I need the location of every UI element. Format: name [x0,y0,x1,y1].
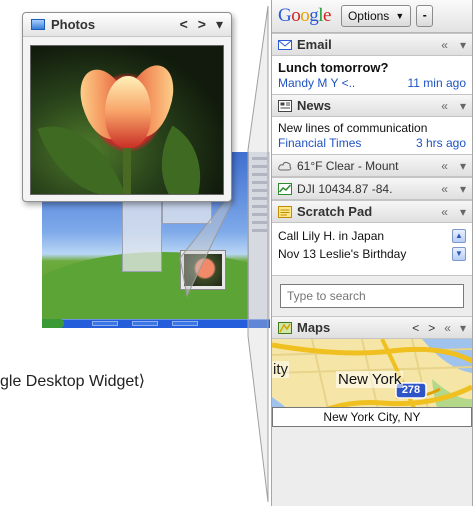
scroll-up-icon[interactable]: ▲ [452,229,466,243]
email-subject[interactable]: Lunch tomorrow? [278,60,466,75]
google-desktop-sidebar: Google Options ▼ - Email « ▾ Lunch tomor… [271,0,473,506]
gadget-menu-button[interactable]: ▾ [460,38,466,52]
newspaper-icon [278,99,292,112]
highway-shield: 278 [401,384,421,396]
collapse-button[interactable]: « [444,321,451,335]
map-city-label: New York [336,371,404,388]
collapse-button[interactable]: « [441,99,448,113]
search-input[interactable] [280,284,464,308]
weather-icon [278,161,292,170]
map-city-label-partial: ity [272,361,289,378]
gadget-menu-button[interactable]: ▾ [460,205,466,219]
expand-button[interactable]: « [441,159,448,173]
prev-photo-button[interactable]: < [180,16,188,33]
map-next-button[interactable]: > [428,321,435,335]
map-prev-button[interactable]: < [412,321,419,335]
email-sender[interactable]: Mandy M Y <.. [278,76,355,90]
gadget-menu-button[interactable]: ▾ [460,321,466,335]
gadget-menu-button[interactable]: ▾ [460,99,466,113]
email-gadget-title[interactable]: Email « ▾ [272,33,472,56]
collapse-button[interactable]: « [441,205,448,219]
stock-chart-icon [278,182,292,195]
weather-text: 61°F Clear - Mount [297,158,399,173]
photos-title: Photos [51,17,96,32]
widget-caption: gle Desktop Widget⟩ [0,373,145,390]
photos-widget: Photos < > ▾ [22,12,232,202]
stocks-gadget-title[interactable]: DJI 10434.87 -84. « ▾ [272,177,472,200]
quick-search-box [272,275,472,316]
maps-gadget-title[interactable]: Maps < > « ▾ [272,316,472,339]
scratch-pad-text-area[interactable]: Call Lily H. in Japan Nov 13 Leslie's Bi… [272,223,472,275]
envelope-icon [278,39,292,50]
expand-button[interactable]: « [441,182,448,196]
chevron-down-icon: ▼ [395,11,405,21]
minimize-button[interactable]: - [416,5,434,27]
photo-icon [31,19,45,30]
notepad-icon [278,205,292,218]
map-location-label: New York City, NY [272,407,472,427]
next-photo-button[interactable]: > [198,16,206,33]
photos-title-bar[interactable]: Photos < > ▾ [23,13,231,37]
tulip-photo[interactable] [30,45,224,195]
weather-gadget-title[interactable]: 61°F Clear - Mount « ▾ [272,154,472,177]
map-icon [278,321,292,334]
stock-ticker-text: DJI 10434.87 -84. [297,181,393,196]
news-headline[interactable]: New lines of communication [278,121,466,135]
collapse-button[interactable]: « [441,38,448,52]
options-button[interactable]: Options ▼ [340,5,412,27]
gadget-menu-button[interactable]: ▾ [460,182,466,196]
scratch-line: Nov 13 Leslie's Birthday [278,247,407,261]
photos-menu-button[interactable]: ▾ [216,16,223,33]
sidebar-header: Google Options ▼ - [272,0,472,33]
news-time: 3 hrs ago [415,136,466,150]
news-gadget-title[interactable]: News « ▾ [272,94,472,117]
scroll-down-icon[interactable]: ▼ [452,247,466,261]
map-view[interactable]: ity New York 278 New York City, NY [272,339,472,427]
scratch-pad-gadget-title[interactable]: Scratch Pad « ▾ [272,200,472,223]
gadget-menu-button[interactable]: ▾ [460,159,466,173]
scratch-line: Call Lily H. in Japan [278,229,385,243]
email-gadget-body[interactable]: Lunch tomorrow? Mandy M Y <.. 11 min ago [272,56,472,94]
news-gadget-body[interactable]: New lines of communication Financial Tim… [272,117,472,154]
google-logo: Google [278,5,331,26]
news-source[interactable]: Financial Times [278,136,361,150]
email-time: 11 min ago [407,76,466,90]
